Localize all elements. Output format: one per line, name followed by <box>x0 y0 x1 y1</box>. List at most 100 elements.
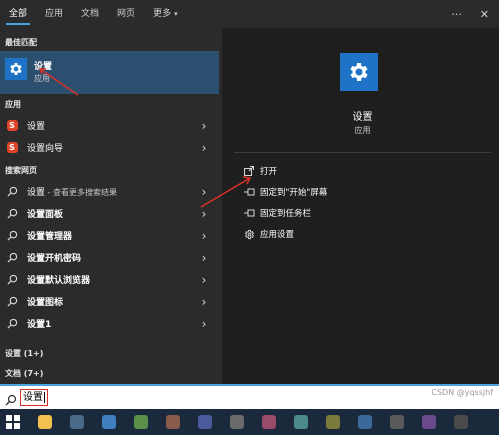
chevron-right-icon[interactable]: › <box>197 207 211 221</box>
search-tabs-bar: 全部 应用 文档 网页 更多 ▾ ··· ✕ <box>0 0 499 28</box>
pin-icon <box>242 187 256 197</box>
taskbar-app-icon[interactable] <box>390 415 404 429</box>
web-item-1[interactable]: 设置面板 › <box>0 203 219 224</box>
chevron-down-icon: ▾ <box>174 10 178 18</box>
chevron-right-icon[interactable]: › <box>197 273 211 287</box>
section-documents-more[interactable]: 文档 (7+) <box>5 368 43 379</box>
tab-more-label: 更多 <box>153 9 172 19</box>
tab-more[interactable]: 更多 ▾ <box>144 0 187 28</box>
taskbar-app-icon[interactable] <box>262 415 276 429</box>
settings-app-tile <box>5 58 27 80</box>
chevron-right-icon[interactable]: › <box>197 119 211 133</box>
search-icon <box>5 273 19 287</box>
action-label: 打开 <box>260 167 278 177</box>
chevron-right-icon[interactable]: › <box>197 229 211 243</box>
search-icon <box>5 207 19 221</box>
web-item-label: 设置1 <box>27 320 52 330</box>
chevron-right-icon[interactable]: › <box>197 251 211 265</box>
windows-start-icon[interactable] <box>6 414 20 433</box>
web-item-query: 设置 <box>27 188 46 198</box>
chevron-right-icon[interactable]: › <box>197 317 211 331</box>
search-bar[interactable]: 设置 <box>0 384 499 409</box>
preview-panel: 设置 应用 打开 固定到"开始"屏幕 固定到任务栏 应用设置 <box>226 38 499 384</box>
taskbar-app-icon[interactable] <box>134 415 148 429</box>
taskbar-app-icon[interactable] <box>294 415 308 429</box>
web-item-label: 设置默认浏览器 <box>27 276 91 286</box>
web-item-3[interactable]: 设置开机密码 › <box>0 247 219 268</box>
file-explorer-icon[interactable] <box>38 415 52 429</box>
section-web: 搜索网页 <box>5 166 37 175</box>
web-item-label: 设置管理器 <box>27 232 73 242</box>
results-panel: 最佳匹配 设置 应用 应用 S 设置 › S 设置向导 › 搜索网页 设置 - … <box>0 28 222 384</box>
red-app-icon: S <box>5 119 19 133</box>
app-item-settings-wizard[interactable]: S 设置向导 › <box>0 137 219 158</box>
more-options-icon[interactable]: ··· <box>451 8 462 21</box>
web-item-label: 设置图标 <box>27 298 64 308</box>
action-open[interactable]: 打开 <box>242 162 277 180</box>
gear-icon <box>350 63 368 81</box>
best-match-subtitle: 应用 <box>34 74 50 83</box>
web-item-6[interactable]: 设置1 › <box>0 313 219 334</box>
search-icon <box>5 185 19 199</box>
search-icon <box>5 391 17 410</box>
chevron-right-icon[interactable]: › <box>197 295 211 309</box>
app-item-label: 设置 <box>27 122 46 132</box>
web-item-5[interactable]: 设置图标 › <box>0 291 219 312</box>
window-controls: ··· ✕ <box>451 0 489 28</box>
tab-web[interactable]: 网页 <box>108 0 144 28</box>
search-icon <box>5 295 19 309</box>
taskbar-app-icon[interactable] <box>70 415 84 429</box>
preview-subtitle: 应用 <box>354 126 371 135</box>
close-icon[interactable]: ✕ <box>480 8 489 21</box>
web-item-label: 设置 - 查看更多搜索结果 <box>27 185 197 198</box>
taskbar <box>0 409 499 435</box>
section-apps: 应用 <box>5 100 21 109</box>
taskbar-app-icon[interactable] <box>198 415 212 429</box>
preview-title: 设置 <box>352 112 373 123</box>
action-pin-start[interactable]: 固定到"开始"屏幕 <box>242 183 327 201</box>
action-label: 固定到任务栏 <box>260 209 312 219</box>
search-icon <box>5 251 19 265</box>
pin-icon <box>242 208 256 218</box>
tab-all[interactable]: 全部 <box>0 0 36 28</box>
chevron-right-icon[interactable]: › <box>197 185 211 199</box>
app-item-label: 设置向导 <box>27 144 64 154</box>
settings-app-tile-large <box>340 53 378 91</box>
best-match-item[interactable]: 设置 应用 <box>0 51 219 94</box>
action-pin-taskbar[interactable]: 固定到任务栏 <box>242 204 311 222</box>
taskbar-app-icon[interactable] <box>166 415 180 429</box>
taskbar-app-icon[interactable] <box>454 415 468 429</box>
search-icon <box>5 229 19 243</box>
web-item-2[interactable]: 设置管理器 › <box>0 225 219 246</box>
section-best-match: 最佳匹配 <box>5 38 37 47</box>
search-input[interactable]: 设置 <box>20 389 48 406</box>
taskbar-app-icon[interactable] <box>358 415 372 429</box>
action-label: 固定到"开始"屏幕 <box>260 188 328 198</box>
tab-documents[interactable]: 文档 <box>72 0 108 28</box>
taskbar-app-icon[interactable] <box>102 415 116 429</box>
divider <box>234 152 491 153</box>
gear-icon <box>10 63 22 75</box>
web-item-label: 设置面板 <box>27 210 64 220</box>
app-item-settings[interactable]: S 设置 › <box>0 115 219 136</box>
chevron-right-icon[interactable]: › <box>197 141 211 155</box>
web-item-4[interactable]: 设置默认浏览器 › <box>0 269 219 290</box>
action-app-settings[interactable]: 应用设置 <box>242 225 294 243</box>
best-match-title: 设置 <box>34 62 53 72</box>
search-icon <box>5 317 19 331</box>
watermark: CSDN @yqssjhf <box>431 388 493 397</box>
red-app-icon: S <box>5 141 19 155</box>
section-settings-more[interactable]: 设置 (1+) <box>5 348 43 359</box>
taskbar-app-icon[interactable] <box>422 415 436 429</box>
text-cursor <box>44 391 45 403</box>
web-item-hint: - 查看更多搜索结果 <box>45 188 117 197</box>
open-icon <box>242 166 256 176</box>
web-item-label: 设置开机密码 <box>27 254 82 264</box>
gear-icon <box>242 229 256 240</box>
tab-apps[interactable]: 应用 <box>36 0 72 28</box>
action-label: 应用设置 <box>260 230 295 240</box>
web-item-0[interactable]: 设置 - 查看更多搜索结果 › <box>0 181 219 202</box>
taskbar-app-icon[interactable] <box>230 415 244 429</box>
taskbar-app-icon[interactable] <box>326 415 340 429</box>
search-input-value: 设置 <box>23 392 43 403</box>
